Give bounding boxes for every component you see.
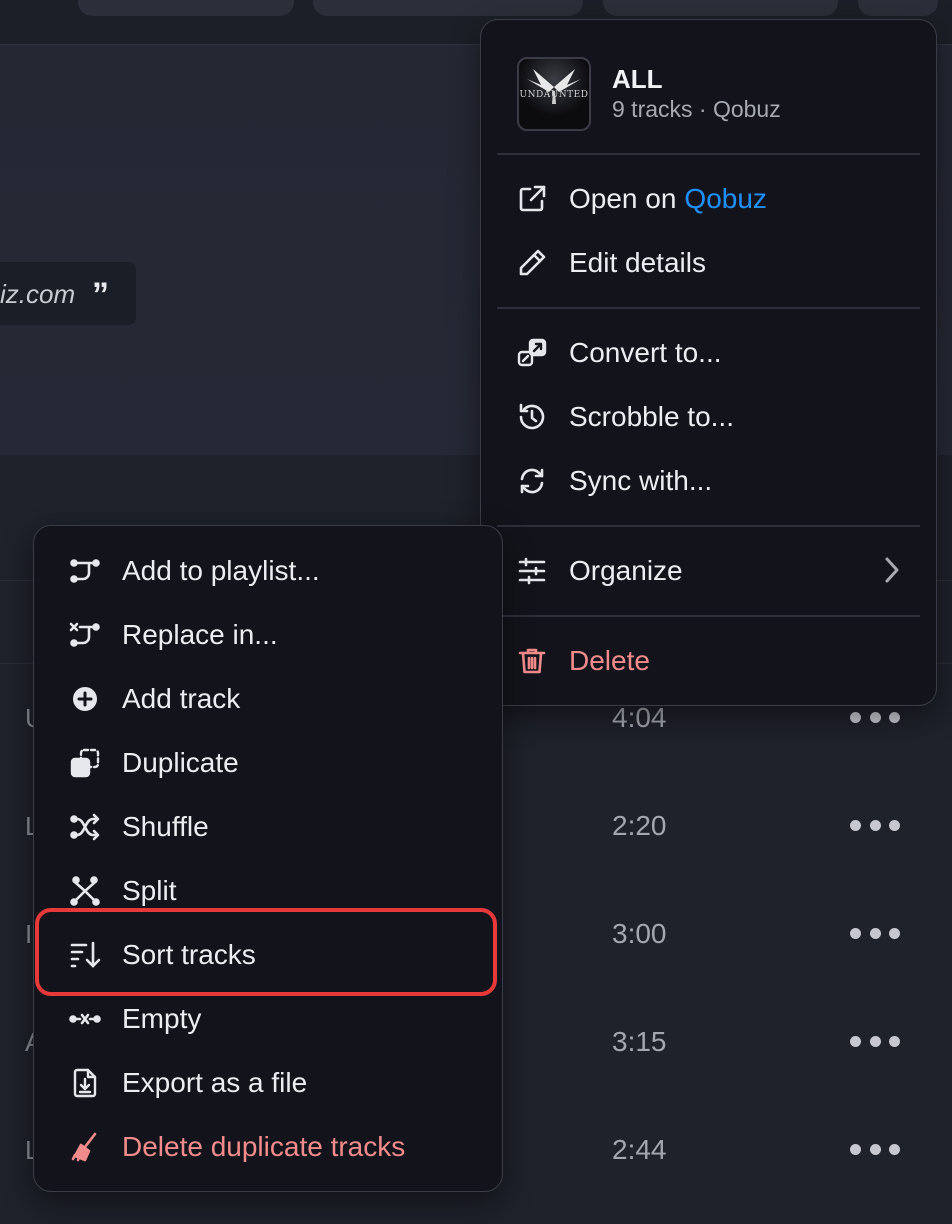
- split-icon: [68, 874, 102, 908]
- toolbar-pill[interactable]: [313, 0, 583, 16]
- empty-icon: [68, 1002, 102, 1036]
- track-more-button[interactable]: [850, 819, 900, 831]
- empty-label: Empty: [122, 1003, 202, 1034]
- convert-icon: [515, 336, 549, 370]
- shuffle-item[interactable]: Shuffle: [68, 801, 209, 853]
- playlist-subtitle: 9 tracks · Qobuz: [612, 96, 781, 122]
- add-to-playlist-item[interactable]: Add to playlist...: [68, 545, 320, 597]
- track-duration: 2:44: [612, 1134, 667, 1165]
- toolbar-pill[interactable]: [78, 0, 294, 16]
- qobuz-link[interactable]: Qobuz: [684, 183, 767, 215]
- track-more-button[interactable]: [850, 1035, 900, 1047]
- duplicate-label: Duplicate: [122, 747, 239, 778]
- shuffle-icon: [68, 810, 102, 844]
- edit-details-label: Edit details: [569, 247, 706, 278]
- delete-duplicates-label: Delete duplicate tracks: [122, 1131, 406, 1162]
- description-text: iz.com: [0, 279, 76, 309]
- duplicate-item[interactable]: Duplicate: [68, 737, 239, 789]
- sync-with-item[interactable]: Sync with...: [515, 455, 712, 507]
- replace-in-label: Replace in...: [122, 619, 278, 650]
- cover-title: UNDAUNTED: [519, 90, 589, 100]
- scrobble-to-label: Scrobble to...: [569, 401, 734, 432]
- sort-tracks-highlight: [35, 908, 497, 996]
- add-track-label: Add track: [122, 683, 241, 714]
- external-link-icon: [515, 182, 549, 216]
- chevron-right-icon: [885, 557, 899, 583]
- track-more-button[interactable]: [850, 711, 900, 723]
- playlist-title: ALL: [612, 64, 663, 94]
- track-duration: 3:00: [612, 918, 667, 949]
- delete-duplicates-item[interactable]: Delete duplicate tracks: [68, 1121, 405, 1173]
- track-more-button[interactable]: [850, 927, 900, 939]
- split-label: Split: [122, 875, 177, 906]
- open-on-label: Open on: [569, 183, 677, 214]
- file-export-icon: [68, 1066, 102, 1100]
- add-to-playlist-label: Add to playlist...: [122, 555, 320, 586]
- track-more-button[interactable]: [850, 1143, 900, 1155]
- sliders-icon: [515, 554, 549, 588]
- open-on-qobuz-item[interactable]: Open on Qobuz: [515, 173, 767, 225]
- convert-to-label: Convert to...: [569, 337, 722, 368]
- delete-playlist-item[interactable]: Delete: [515, 635, 650, 687]
- organize-submenu: Add to playlist... Replace in... Add tra…: [33, 525, 503, 1192]
- export-file-label: Export as a file: [122, 1067, 308, 1098]
- pencil-icon: [515, 246, 549, 280]
- divider: [497, 615, 920, 617]
- scrobble-to-item[interactable]: Scrobble to...: [515, 391, 734, 443]
- add-to-playlist-icon: [68, 554, 102, 588]
- sync-icon: [515, 464, 549, 498]
- sync-with-label: Sync with...: [569, 465, 713, 496]
- divider: [497, 525, 920, 527]
- delete-label: Delete: [569, 645, 650, 676]
- organize-item[interactable]: Organize: [515, 545, 683, 597]
- track-duration: 2:20: [612, 810, 667, 841]
- divider: [497, 307, 920, 309]
- add-track-item[interactable]: Add track: [68, 673, 240, 725]
- playlist-cover: UNDAUNTED: [517, 57, 591, 131]
- broom-icon: [68, 1130, 102, 1164]
- replace-icon: [68, 618, 102, 652]
- toolbar-pill[interactable]: [603, 0, 838, 16]
- toolbar-pill[interactable]: [858, 0, 938, 16]
- replace-in-item[interactable]: Replace in...: [68, 609, 278, 661]
- quote-mark: ”: [92, 276, 109, 314]
- duplicate-icon: [68, 746, 102, 780]
- empty-item[interactable]: Empty: [68, 993, 201, 1045]
- divider: [497, 153, 920, 155]
- history-icon: [515, 400, 549, 434]
- track-title[interactable]: I: [25, 919, 32, 950]
- shuffle-label: Shuffle: [122, 811, 209, 842]
- trash-icon: [515, 644, 549, 678]
- edit-details-item[interactable]: Edit details: [515, 237, 706, 289]
- track-duration: 4:04: [612, 702, 667, 733]
- plus-circle-icon: [68, 682, 102, 716]
- track-duration: 3:15: [612, 1026, 667, 1057]
- organize-label: Organize: [569, 555, 683, 586]
- convert-to-item[interactable]: Convert to...: [515, 327, 722, 379]
- playlist-context-menu: UNDAUNTED ALL 9 tracks · Qobuz Open on Q…: [480, 19, 937, 706]
- export-file-item[interactable]: Export as a file: [68, 1057, 307, 1109]
